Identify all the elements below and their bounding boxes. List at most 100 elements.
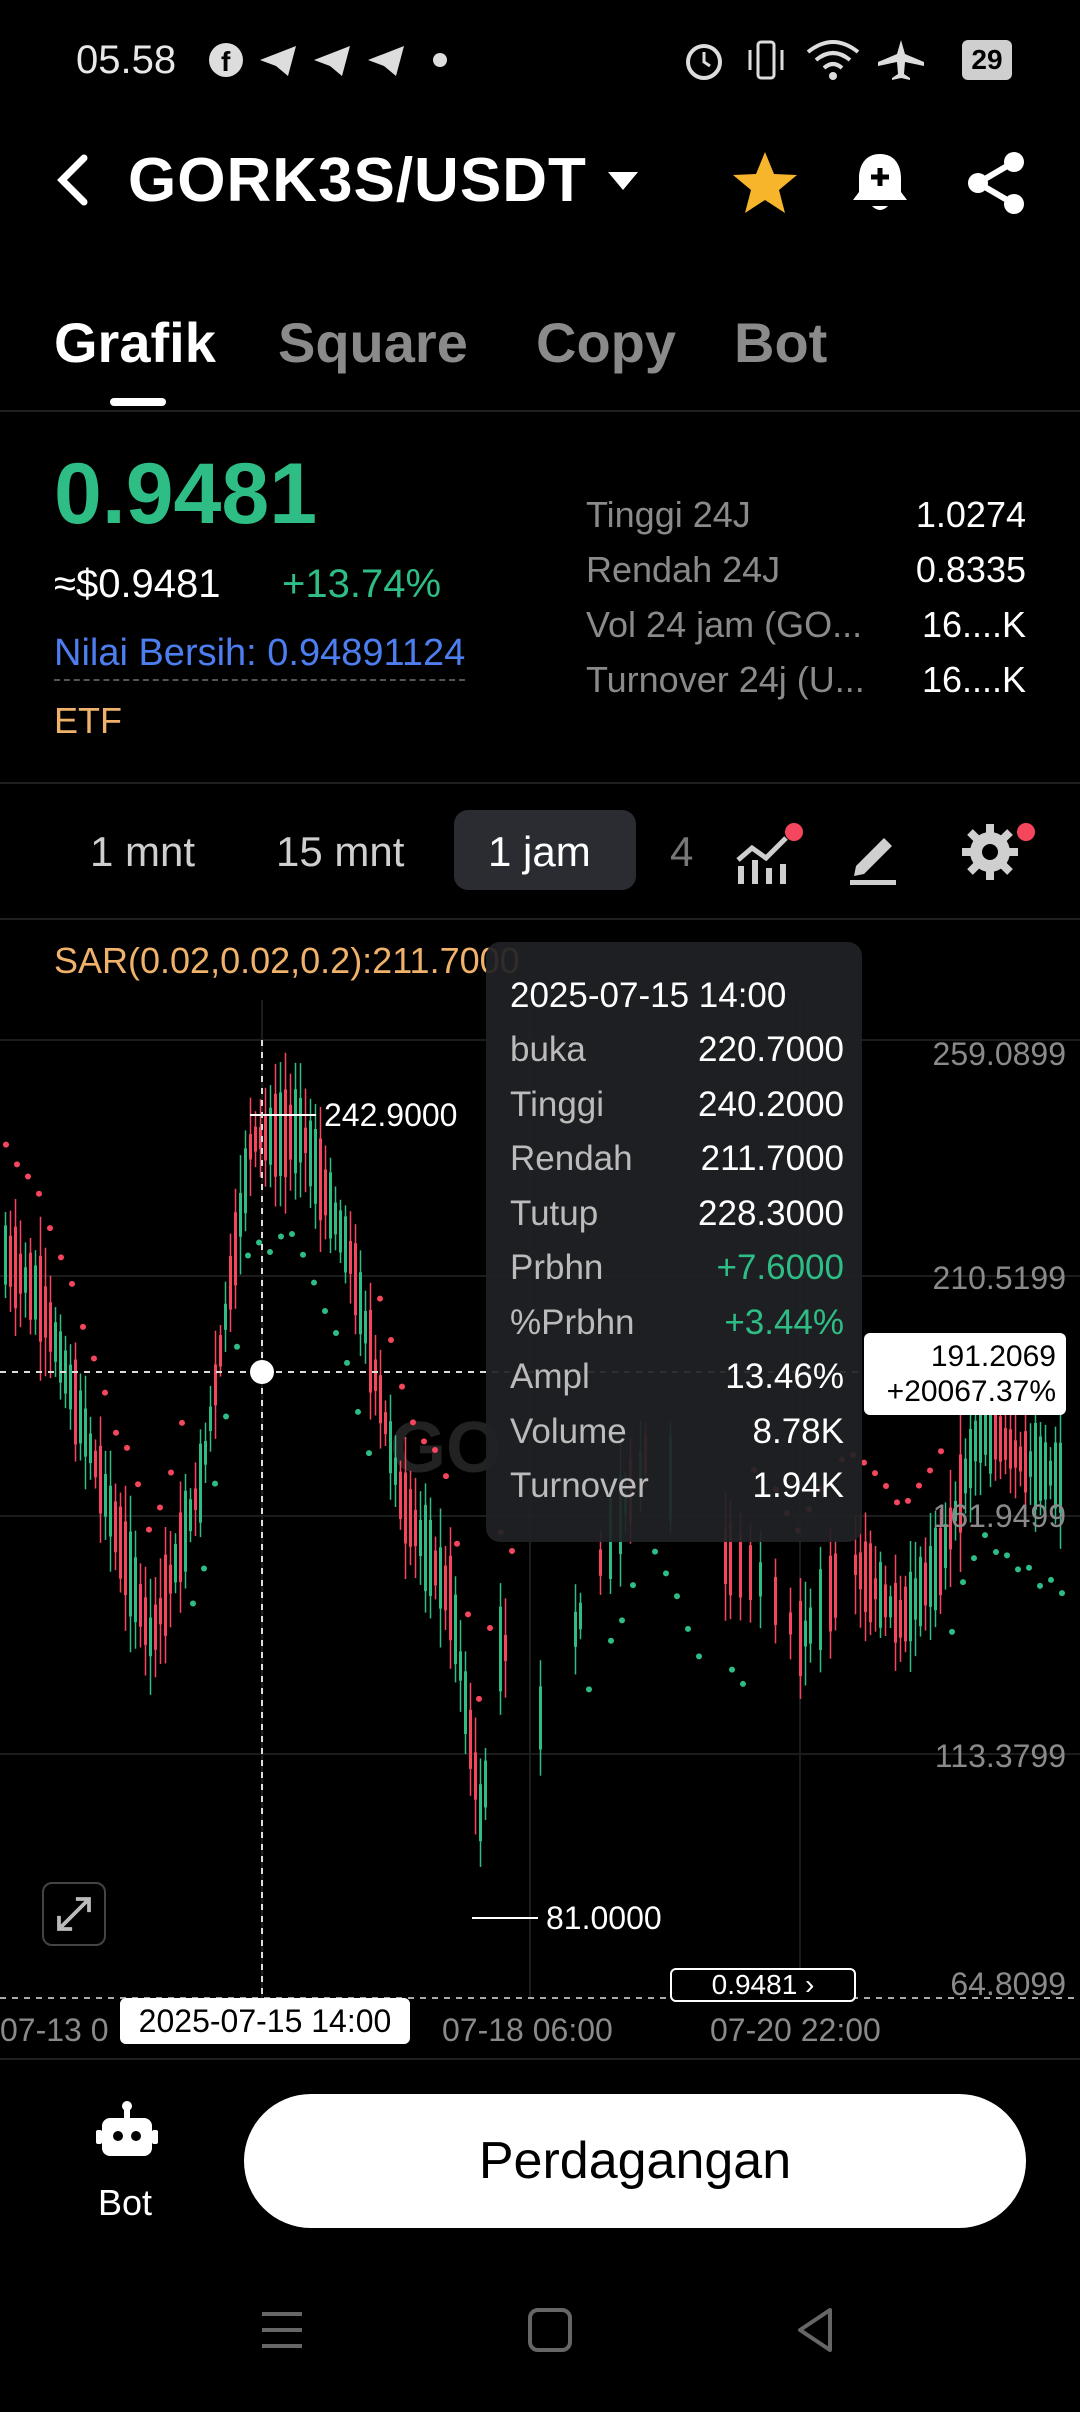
candle-body bbox=[579, 1602, 582, 1630]
sar-dot bbox=[311, 1279, 317, 1286]
home-nav-icon[interactable] bbox=[520, 2300, 580, 2360]
tooltip-value: +3.44% bbox=[724, 1302, 844, 1342]
candle-body bbox=[789, 1612, 792, 1635]
candle-body bbox=[1024, 1431, 1027, 1493]
bot-label[interactable]: Bot bbox=[98, 2182, 152, 2224]
tab-grafik[interactable]: Grafik bbox=[54, 310, 216, 375]
sar-dot bbox=[58, 1254, 64, 1261]
chevron-right-icon: › bbox=[805, 1969, 815, 2000]
candle-body bbox=[349, 1240, 352, 1274]
airplane-icon bbox=[878, 40, 924, 80]
candle-body bbox=[224, 1303, 227, 1330]
y-axis-tick: 161.9499 bbox=[932, 1498, 1066, 1534]
price-change: +13.74% bbox=[282, 562, 442, 606]
sar-dot bbox=[949, 1628, 955, 1635]
wifi-icon bbox=[806, 40, 860, 80]
fullscreen-expand-icon[interactable] bbox=[42, 1882, 106, 1946]
crosshair-point bbox=[250, 1360, 274, 1384]
net-value-link[interactable]: Nilai Bersih: 0.94891124 bbox=[54, 632, 466, 681]
timeframe-1h[interactable]: 1 jam bbox=[488, 828, 591, 876]
candle-body bbox=[484, 1760, 487, 1808]
tab-bot[interactable]: Bot bbox=[734, 310, 827, 375]
candle-body bbox=[209, 1406, 212, 1432]
chevron-down-icon[interactable] bbox=[606, 170, 640, 192]
candle-body bbox=[129, 1531, 132, 1617]
timeframe-15m[interactable]: 15 mnt bbox=[276, 828, 404, 876]
candle-body bbox=[94, 1450, 97, 1478]
high-marker-label: 242.9000 bbox=[324, 1097, 457, 1133]
sar-dot bbox=[1015, 1566, 1021, 1573]
candle-body bbox=[49, 1302, 52, 1352]
trade-button[interactable]: Perdagangan bbox=[244, 2094, 1026, 2228]
sar-dot bbox=[696, 1653, 702, 1660]
candle-body bbox=[369, 1309, 372, 1393]
candle-body bbox=[29, 1252, 32, 1320]
candle-body bbox=[79, 1390, 82, 1444]
draw-pencil-icon[interactable] bbox=[846, 822, 902, 888]
tab-copy[interactable]: Copy bbox=[536, 310, 676, 375]
bell-plus-icon[interactable] bbox=[845, 148, 915, 218]
candle-body bbox=[149, 1617, 152, 1657]
sar-dot bbox=[916, 1482, 922, 1489]
tooltip-value: 240.2000 bbox=[698, 1084, 844, 1124]
tooltip-value: 228.3000 bbox=[698, 1193, 844, 1233]
candle-body bbox=[264, 1113, 267, 1161]
tooltip-label: Tutup bbox=[510, 1193, 599, 1233]
candle-body bbox=[889, 1596, 892, 1618]
settings-gear-icon[interactable] bbox=[960, 818, 1040, 888]
bot-robot-icon[interactable] bbox=[96, 2100, 158, 2162]
tooltip-value: 8.78K bbox=[752, 1411, 844, 1451]
candle-body bbox=[1014, 1440, 1017, 1468]
candle-body bbox=[99, 1445, 102, 1514]
tooltip-label: %Prbhn bbox=[510, 1302, 635, 1342]
share-icon[interactable] bbox=[962, 148, 1032, 218]
candle-body bbox=[459, 1651, 462, 1681]
divider bbox=[0, 410, 1080, 412]
candle-body bbox=[159, 1598, 162, 1625]
candle-body bbox=[299, 1097, 302, 1163]
y-axis-tick: 64.8099 bbox=[950, 1966, 1066, 2002]
sar-dot bbox=[729, 1666, 735, 1673]
usd-price: ≈$0.9481 bbox=[54, 562, 221, 606]
indicator-icon[interactable] bbox=[730, 820, 804, 890]
candle-body bbox=[269, 1107, 272, 1165]
candle-body bbox=[314, 1129, 317, 1204]
sar-dot bbox=[223, 1413, 229, 1420]
menu-nav-icon[interactable] bbox=[252, 2300, 312, 2360]
candle-body bbox=[834, 1553, 837, 1618]
stat-value-volume: 16....K bbox=[921, 604, 1026, 645]
sar-dot bbox=[454, 1540, 460, 1547]
sar-dot bbox=[608, 1637, 614, 1644]
candle-body bbox=[394, 1457, 397, 1485]
candle-body bbox=[379, 1375, 382, 1424]
sar-dot bbox=[377, 1295, 383, 1302]
tooltip-value: 13.46% bbox=[725, 1357, 844, 1396]
timeframe-4h[interactable]: 4 bbox=[670, 828, 693, 876]
candle-body bbox=[179, 1512, 182, 1582]
candle-body bbox=[309, 1120, 312, 1187]
candle-body bbox=[474, 1752, 477, 1800]
candle-body bbox=[14, 1226, 17, 1309]
sar-dot bbox=[234, 1343, 240, 1350]
telegram-icon bbox=[314, 46, 350, 76]
tab-active-indicator bbox=[110, 398, 166, 406]
candle-body bbox=[434, 1550, 437, 1586]
stat-value-turnover: 16....K bbox=[921, 659, 1026, 700]
back-nav-icon[interactable] bbox=[786, 2300, 846, 2360]
candle-body bbox=[374, 1359, 377, 1391]
sar-dot bbox=[685, 1625, 691, 1632]
candle-body bbox=[19, 1253, 22, 1294]
y-axis-tick: 113.3799 bbox=[934, 1738, 1066, 1774]
candle-body bbox=[879, 1561, 882, 1628]
last-price-tag[interactable]: 0.9481 › bbox=[670, 1968, 856, 2002]
tooltip-label: Volume bbox=[510, 1411, 627, 1451]
star-icon[interactable] bbox=[730, 148, 800, 218]
pair-title[interactable]: GORK3S/USDT bbox=[128, 145, 587, 216]
back-icon[interactable] bbox=[52, 150, 92, 210]
sar-dot bbox=[960, 1579, 966, 1586]
candle-body bbox=[939, 1527, 942, 1596]
timeframe-1m[interactable]: 1 mnt bbox=[90, 828, 195, 876]
tab-square[interactable]: Square bbox=[278, 310, 468, 375]
candle-body bbox=[184, 1490, 187, 1572]
sar-indicator-label: SAR(0.02,0.02,0.2):211.7000 bbox=[54, 940, 520, 981]
